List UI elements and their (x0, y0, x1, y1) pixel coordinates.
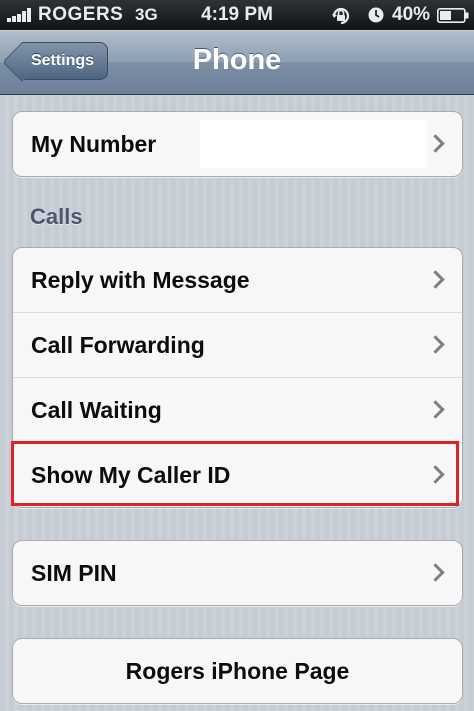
rotation-lock-icon (332, 7, 350, 25)
row-label: Show My Caller ID (31, 461, 231, 488)
battery-icon (437, 8, 469, 23)
reply-with-message-row[interactable]: Reply with Message (13, 248, 462, 312)
row-label: Reply with Message (31, 266, 250, 293)
rogers-iphone-page-button[interactable]: Rogers iPhone Page (13, 639, 462, 703)
row-label: Call Forwarding (31, 331, 205, 358)
call-forwarding-row[interactable]: Call Forwarding (13, 312, 462, 377)
sim-pin-row[interactable]: SIM PIN (13, 541, 462, 605)
navigation-bar: Settings Phone (0, 30, 474, 95)
section-header-calls: Calls (30, 204, 83, 229)
chevron-right-icon (426, 335, 445, 354)
my-number-group: My Number (12, 111, 463, 177)
my-number-value (200, 120, 426, 168)
status-bar: ROGERS 3G 4:19 PM 40% (0, 0, 474, 30)
alarm-icon (368, 7, 384, 23)
row-label: Call Waiting (31, 396, 162, 423)
carrier-page-group: Rogers iPhone Page (12, 638, 463, 704)
chevron-right-icon (426, 563, 445, 582)
sim-pin-group: SIM PIN (12, 540, 463, 606)
show-my-caller-id-row[interactable]: Show My Caller ID (13, 442, 462, 507)
chevron-right-icon (426, 465, 445, 484)
chevron-right-icon (426, 270, 445, 289)
chevron-right-icon (426, 400, 445, 419)
row-label: My Number (31, 130, 157, 157)
calls-group: Reply with Message Call Forwarding Call … (12, 247, 463, 508)
chevron-right-icon (426, 134, 445, 153)
row-label: SIM PIN (31, 559, 117, 586)
call-waiting-row[interactable]: Call Waiting (13, 377, 462, 442)
page-title: Phone (192, 44, 282, 76)
battery-percent: 40% (392, 4, 431, 25)
row-label: Rogers iPhone Page (125, 657, 350, 684)
my-number-row[interactable]: My Number (13, 112, 462, 176)
